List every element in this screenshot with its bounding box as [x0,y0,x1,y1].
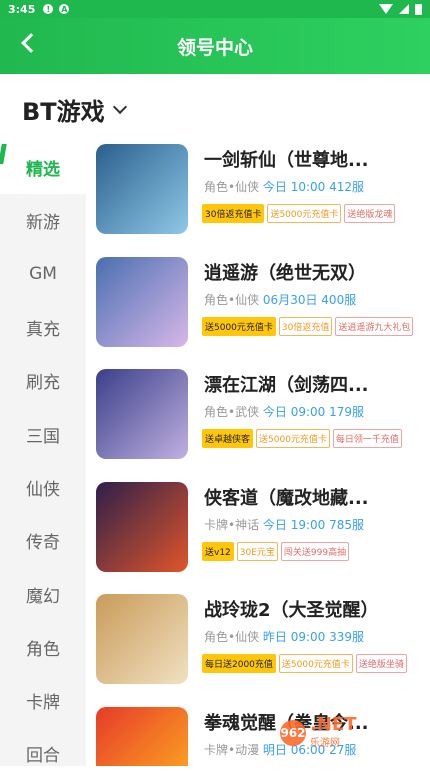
game-tags: 每日送2000充值 送5000元充值卡 送绝版坐骑 [202,654,407,673]
sidebar-item[interactable]: 回合 [0,727,86,780]
benefit-tag: 送5000元充值卡 [267,204,342,223]
benefit-tag: 送逍遥游九大礼包 [335,316,414,336]
game-name: 逍遥游（绝世无双） [204,262,366,284]
back-arrow-icon[interactable] [21,33,41,53]
game-list-item[interactable]: 拳魂觉醒（拳皇今...卡牌•动漫 明日 06:00 27服 [86,704,430,766]
game-meta: 角色•仙侠 昨日 09:00 339服 [204,628,364,645]
watermark-badge: 962 [280,719,306,746]
sidebar-item[interactable]: 新游 [0,194,86,247]
sidebar-item[interactable]: GM [0,248,86,301]
game-genre: 角色•仙侠 [204,180,260,194]
game-name: 战玲珑2（大圣觉醒） [204,600,379,621]
game-genre: 角色•仙侠 [204,292,260,307]
watermark-text: .NET [310,714,357,735]
game-meta: 卡牌•神话 今日 19:00 785服 [204,516,364,533]
benefit-tag: 30倍返充值卡 [202,204,265,223]
status-time: 3:45 [8,2,36,16]
game-name: 漂在江湖（剑荡四... [204,375,369,396]
sidebar-item[interactable]: 刷充 [0,354,86,407]
benefit-tag: 30E元宝 [236,541,278,561]
status-bar: 3:45 ! A [0,0,430,18]
battery-icon [415,3,422,15]
benefit-tag: 送绝版龙魂 [344,204,396,223]
game-genre: 卡牌•动漫 [204,742,260,757]
sidebar-item[interactable]: 三国 [0,407,86,460]
server-number: 339服 [329,630,365,644]
sidebar-item[interactable]: 真充 [0,301,86,354]
app-notification-icon: A [59,4,70,14]
sidebar-item[interactable]: 角色 [0,621,86,674]
section-title: BT游戏 [22,98,105,126]
notification-icon: ! [43,4,54,14]
app-header: 领号中心 [0,18,430,74]
server-number: 400服 [321,292,357,307]
server-number: 412服 [329,180,365,194]
sidebar-item[interactable]: 魔幻 [0,567,86,620]
benefit-tag: 每日送2000充值 [202,654,276,673]
game-cover-image[interactable] [96,706,188,766]
server-number: 785服 [329,517,365,532]
watermark-subtext: 乐游网 [310,738,340,749]
game-genre: 卡牌•神话 [204,517,260,532]
benefit-tag: 送卓越侠客 [202,429,254,448]
game-meta: 角色•仙侠 今日 10:00 412服 [204,178,364,195]
benefit-tag: 每日领一千充值 [332,429,402,448]
benefit-tag: 送绝版坐骑 [355,654,407,673]
page-title: 领号中心 [176,36,253,59]
game-cover-image[interactable] [96,481,188,572]
game-cover-image[interactable] [96,144,188,234]
sidebar-item[interactable]: 精选 [0,141,86,195]
game-list: 一剑斩仙（世尊地... 角色•仙侠 今日 10:00 412服 30倍返充值卡 送50… [86,141,430,766]
sidebar-item[interactable]: 传奇 [0,514,86,567]
game-cover-image[interactable] [96,369,188,459]
category-sidebar: 精选 新游 GM 真充 刷充 三国 仙侠 传奇 魔幻 角色 卡牌 回合 [0,141,86,766]
server-open-time: 昨日 09:00 [262,630,326,644]
wifi-icon [379,4,393,14]
game-list-item[interactable]: 战玲珑2（大圣觉醒） 角色•仙侠 昨日 09:00 339服 每日送2000充值 送5… [86,591,430,701]
server-open-time: 今日 10:00 [262,180,326,194]
watermark-logo: 962 .NET 乐游网 [280,716,356,749]
game-tags: 送v12 30E元宝 闯关送999高抽 [202,541,350,561]
benefit-tag: 送5000元充值卡 [278,654,353,673]
sidebar-item[interactable]: 卡牌 [0,674,86,727]
server-number: 179服 [329,405,365,419]
game-genre: 角色•仙侠 [204,630,260,644]
game-genre: 角色•武侠 [204,405,260,419]
server-open-time: 06月30日 [262,292,318,307]
game-tags: 送卓越侠客 送5000元充值卡 每日领一千充值 [202,429,402,448]
game-list-item[interactable]: 侠客道（魔改地藏... 卡牌•神话 今日 19:00 785服 送v12 30E元宝闯… [86,479,430,589]
server-open-time: 今日 09:00 [262,405,326,419]
benefit-tag: 闯关送999高抽 [280,541,350,561]
game-list-item[interactable]: 一剑斩仙（世尊地... 角色•仙侠 今日 10:00 412服 30倍返充值卡 送50… [86,141,430,251]
game-list-item[interactable]: 逍遥游（绝世无双） 角色•仙侠 06月30日 400服 送5000元充值卡 30倍返充… [86,254,430,364]
game-meta: 角色•仙侠 06月30日 400服 [204,291,356,308]
benefit-tag: 送5000元充值卡 [202,316,276,336]
chevron-down-icon [112,99,127,114]
game-cover-image[interactable] [96,594,188,684]
benefit-tag: 30倍返充值 [278,316,333,336]
benefit-tag: 送v12 [202,541,234,561]
game-name: 一剑斩仙（世尊地... [204,150,369,171]
game-tags: 30倍返充值卡 送5000元充值卡 送绝版龙魂 [202,204,396,223]
server-open-time: 今日 19:00 [262,517,326,532]
sidebar-item[interactable]: 仙侠 [0,461,86,514]
game-name: 侠客道（魔改地藏... [204,487,369,509]
game-cover-image[interactable] [96,256,188,347]
signal-icon [399,4,409,14]
section-selector[interactable]: BT游戏 [22,92,127,127]
game-meta: 角色•武侠 今日 09:00 179服 [204,403,364,420]
benefit-tag: 送5000元充值卡 [256,429,330,448]
game-tags: 送5000元充值卡 30倍返充值 送逍遥游九大礼包 [202,316,414,336]
game-list-item[interactable]: 漂在江湖（剑荡四... 角色•武侠 今日 09:00 179服 送卓越侠客 送5000… [86,366,430,476]
